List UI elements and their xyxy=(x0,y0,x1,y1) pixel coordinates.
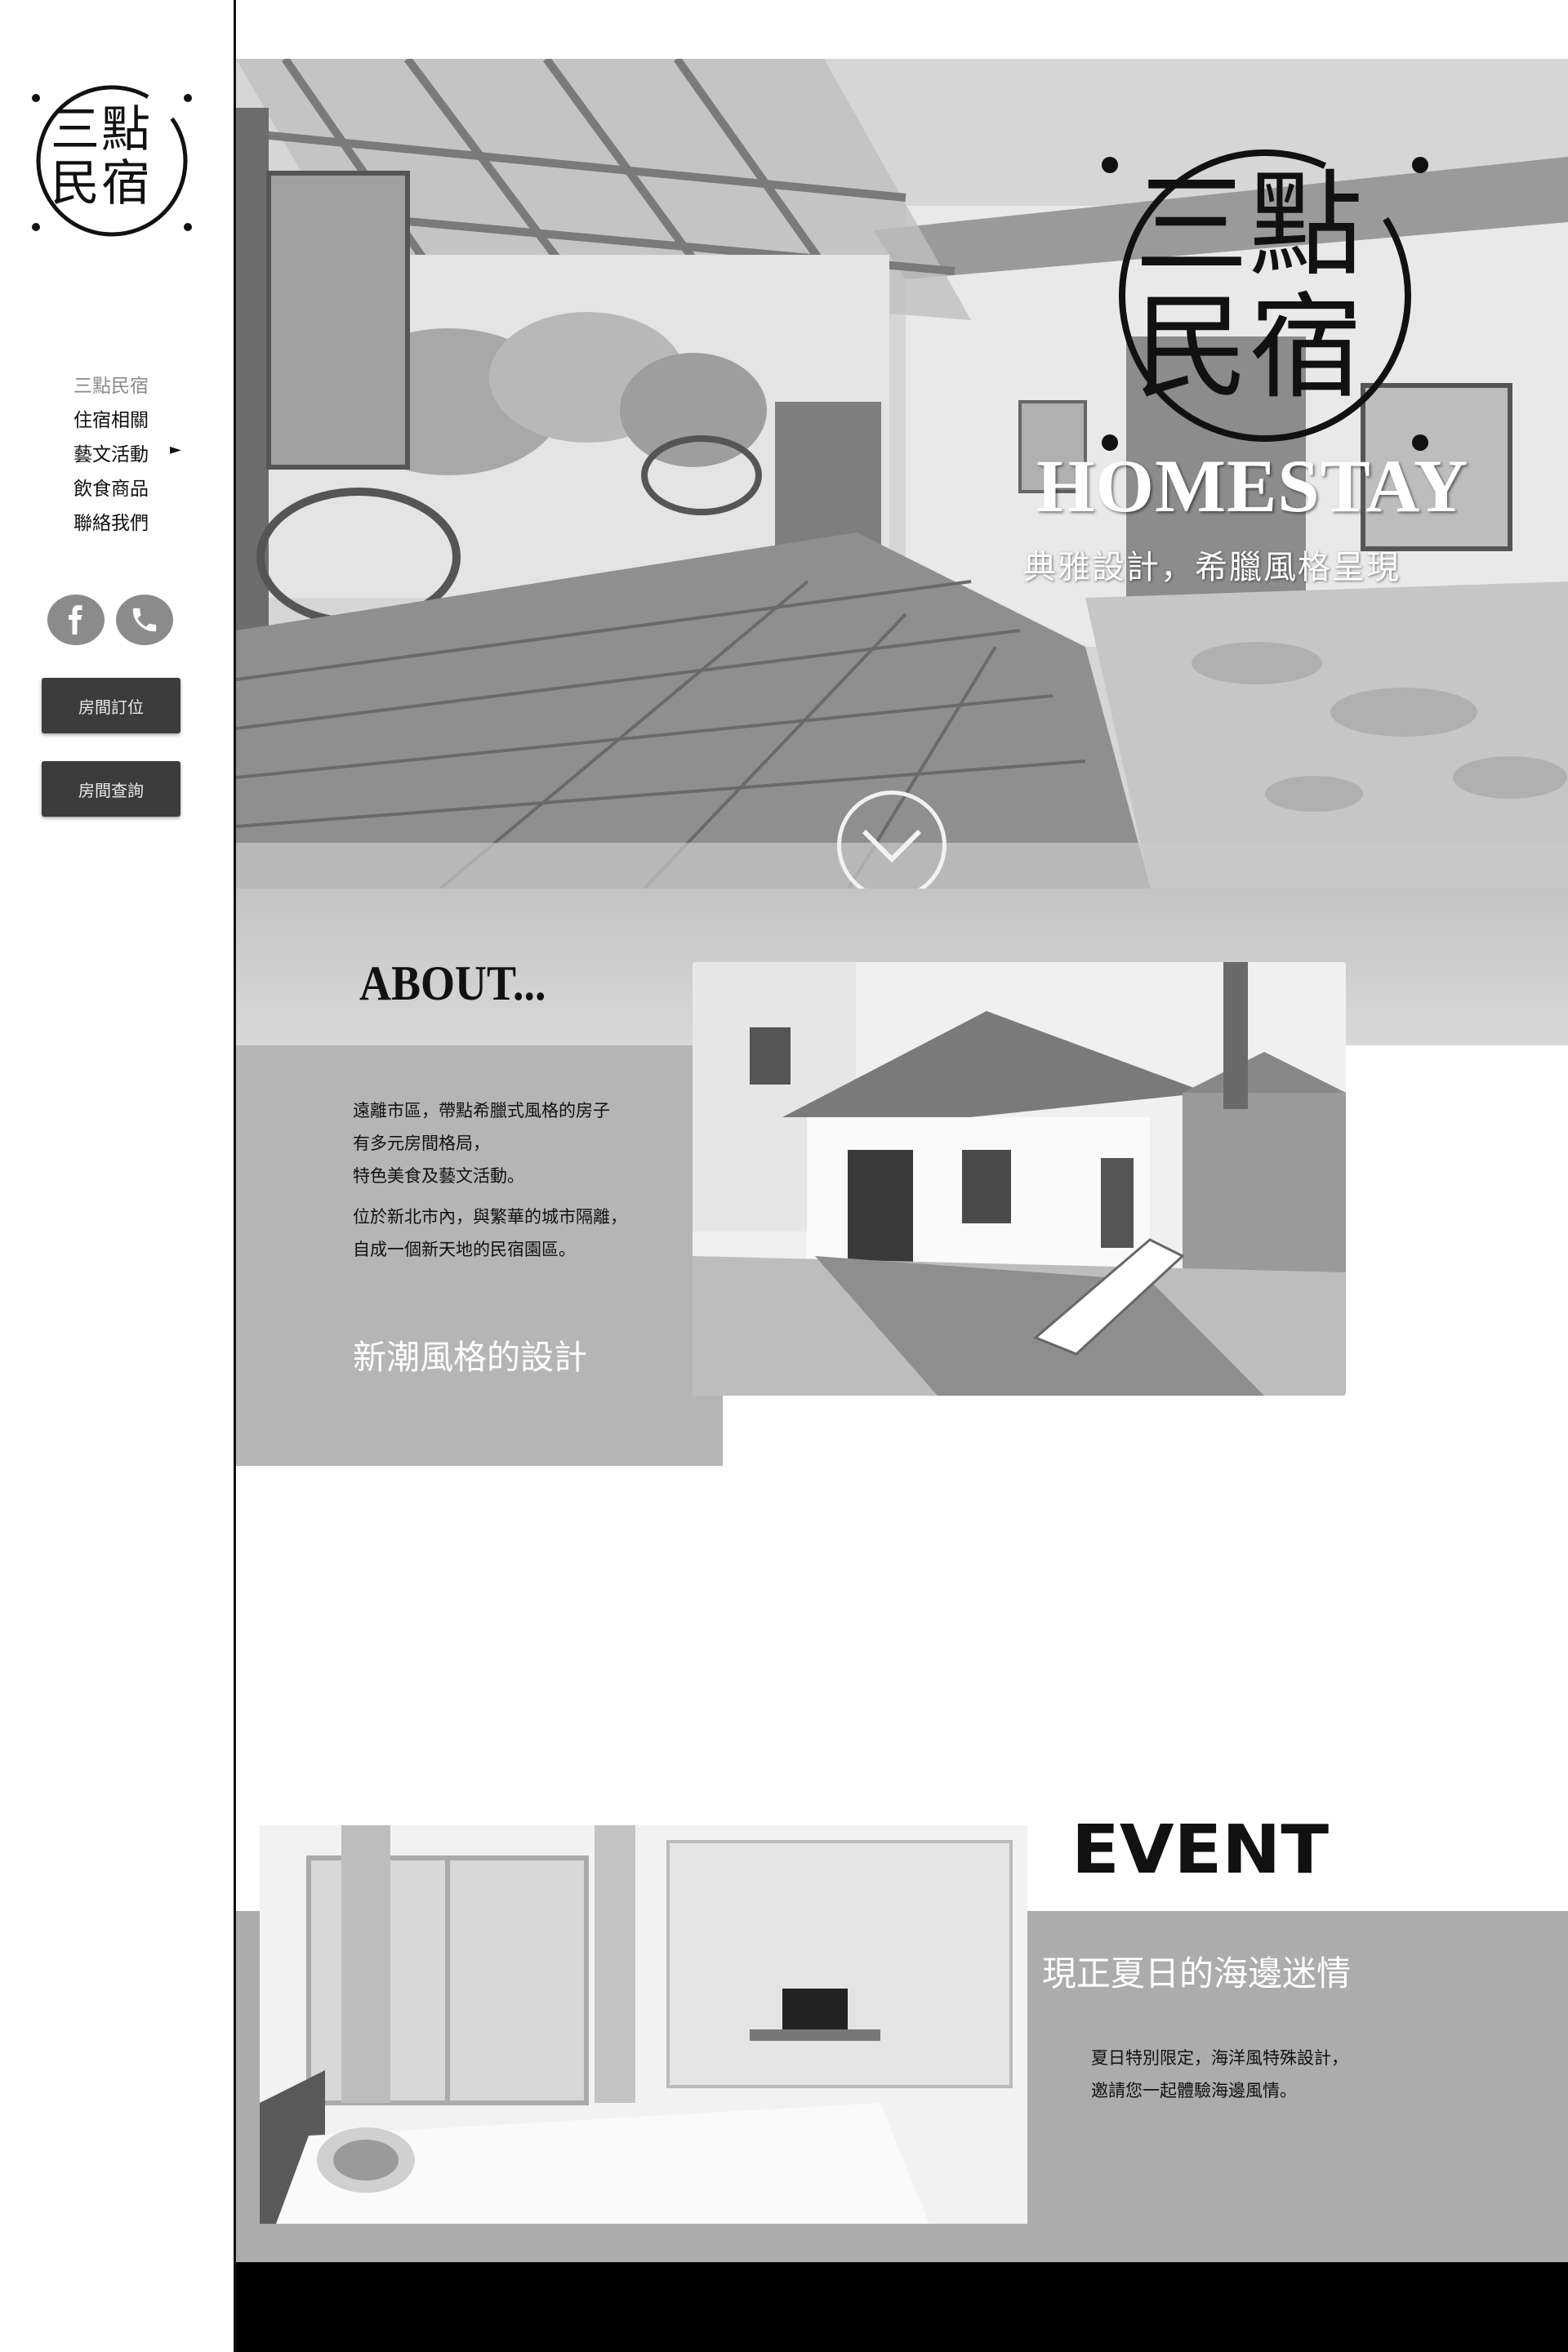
event-text-line: 夏日特別限定，海洋風特殊設計， xyxy=(1091,2048,1348,2068)
event-text-line: 邀請您一起體驗海邊風情。 xyxy=(1091,2081,1297,2100)
nav-item-accommodation[interactable]: 住宿相關 xyxy=(74,403,149,438)
phone-icon[interactable] xyxy=(116,595,173,645)
about-photo xyxy=(693,962,1346,1396)
event-photo xyxy=(260,1825,1027,2224)
footer xyxy=(236,2262,1568,2352)
about-subtitle: 新潮風格的設計 xyxy=(353,1338,587,1377)
nav-item-food[interactable]: 飲食商品 xyxy=(74,472,149,506)
about-text-line: 自成一個新天地的民宿園區。 xyxy=(353,1240,576,1259)
social-links xyxy=(47,595,173,645)
event-subtitle: 現正夏日的海邊迷情 xyxy=(1042,1953,1352,1993)
about-title: ABOUT... xyxy=(359,956,546,1010)
hero-banner: 三點民宿 HOMESTAY 典雅設計，希臘風格呈現 xyxy=(236,59,1568,889)
hero-logo-text: 三點民宿 xyxy=(1134,159,1364,415)
booking-button[interactable]: 房間訂位 xyxy=(42,678,180,733)
sidebar: 三點民宿 三點民宿 住宿相關 藝文活動 飲食商品 聯絡我們 ► 房間訂位 房間查… xyxy=(0,0,235,2352)
nav-item-contact[interactable]: 聯絡我們 xyxy=(74,506,149,541)
hero-title: HOMESTAY xyxy=(1036,444,1469,528)
about-text-line: 位於新北市內，與繁華的城市隔離， xyxy=(353,1207,627,1227)
nav-item-arts[interactable]: 藝文活動 xyxy=(74,438,149,472)
room-inquiry-button[interactable]: 房間查詢 xyxy=(42,761,180,817)
about-text-line: 特色美食及藝文活動。 xyxy=(353,1166,524,1186)
about-text-line: 遠離市區，帶點希臘式風格的房子 xyxy=(353,1101,610,1120)
submenu-arrow-icon: ► xyxy=(170,441,181,458)
main-nav: 三點民宿 住宿相關 藝文活動 飲食商品 聯絡我們 xyxy=(74,369,149,541)
hero-subtitle: 典雅設計，希臘風格呈現 xyxy=(1023,549,1401,586)
event-title: EVENT xyxy=(1071,1811,1330,1889)
about-text-line: 有多元房間格局， xyxy=(353,1134,490,1153)
chevron-down-icon xyxy=(862,829,922,863)
facebook-icon[interactable] xyxy=(47,595,105,645)
nav-item-homestay[interactable]: 三點民宿 xyxy=(74,369,149,403)
logo-text: 三點民宿 xyxy=(51,101,152,212)
